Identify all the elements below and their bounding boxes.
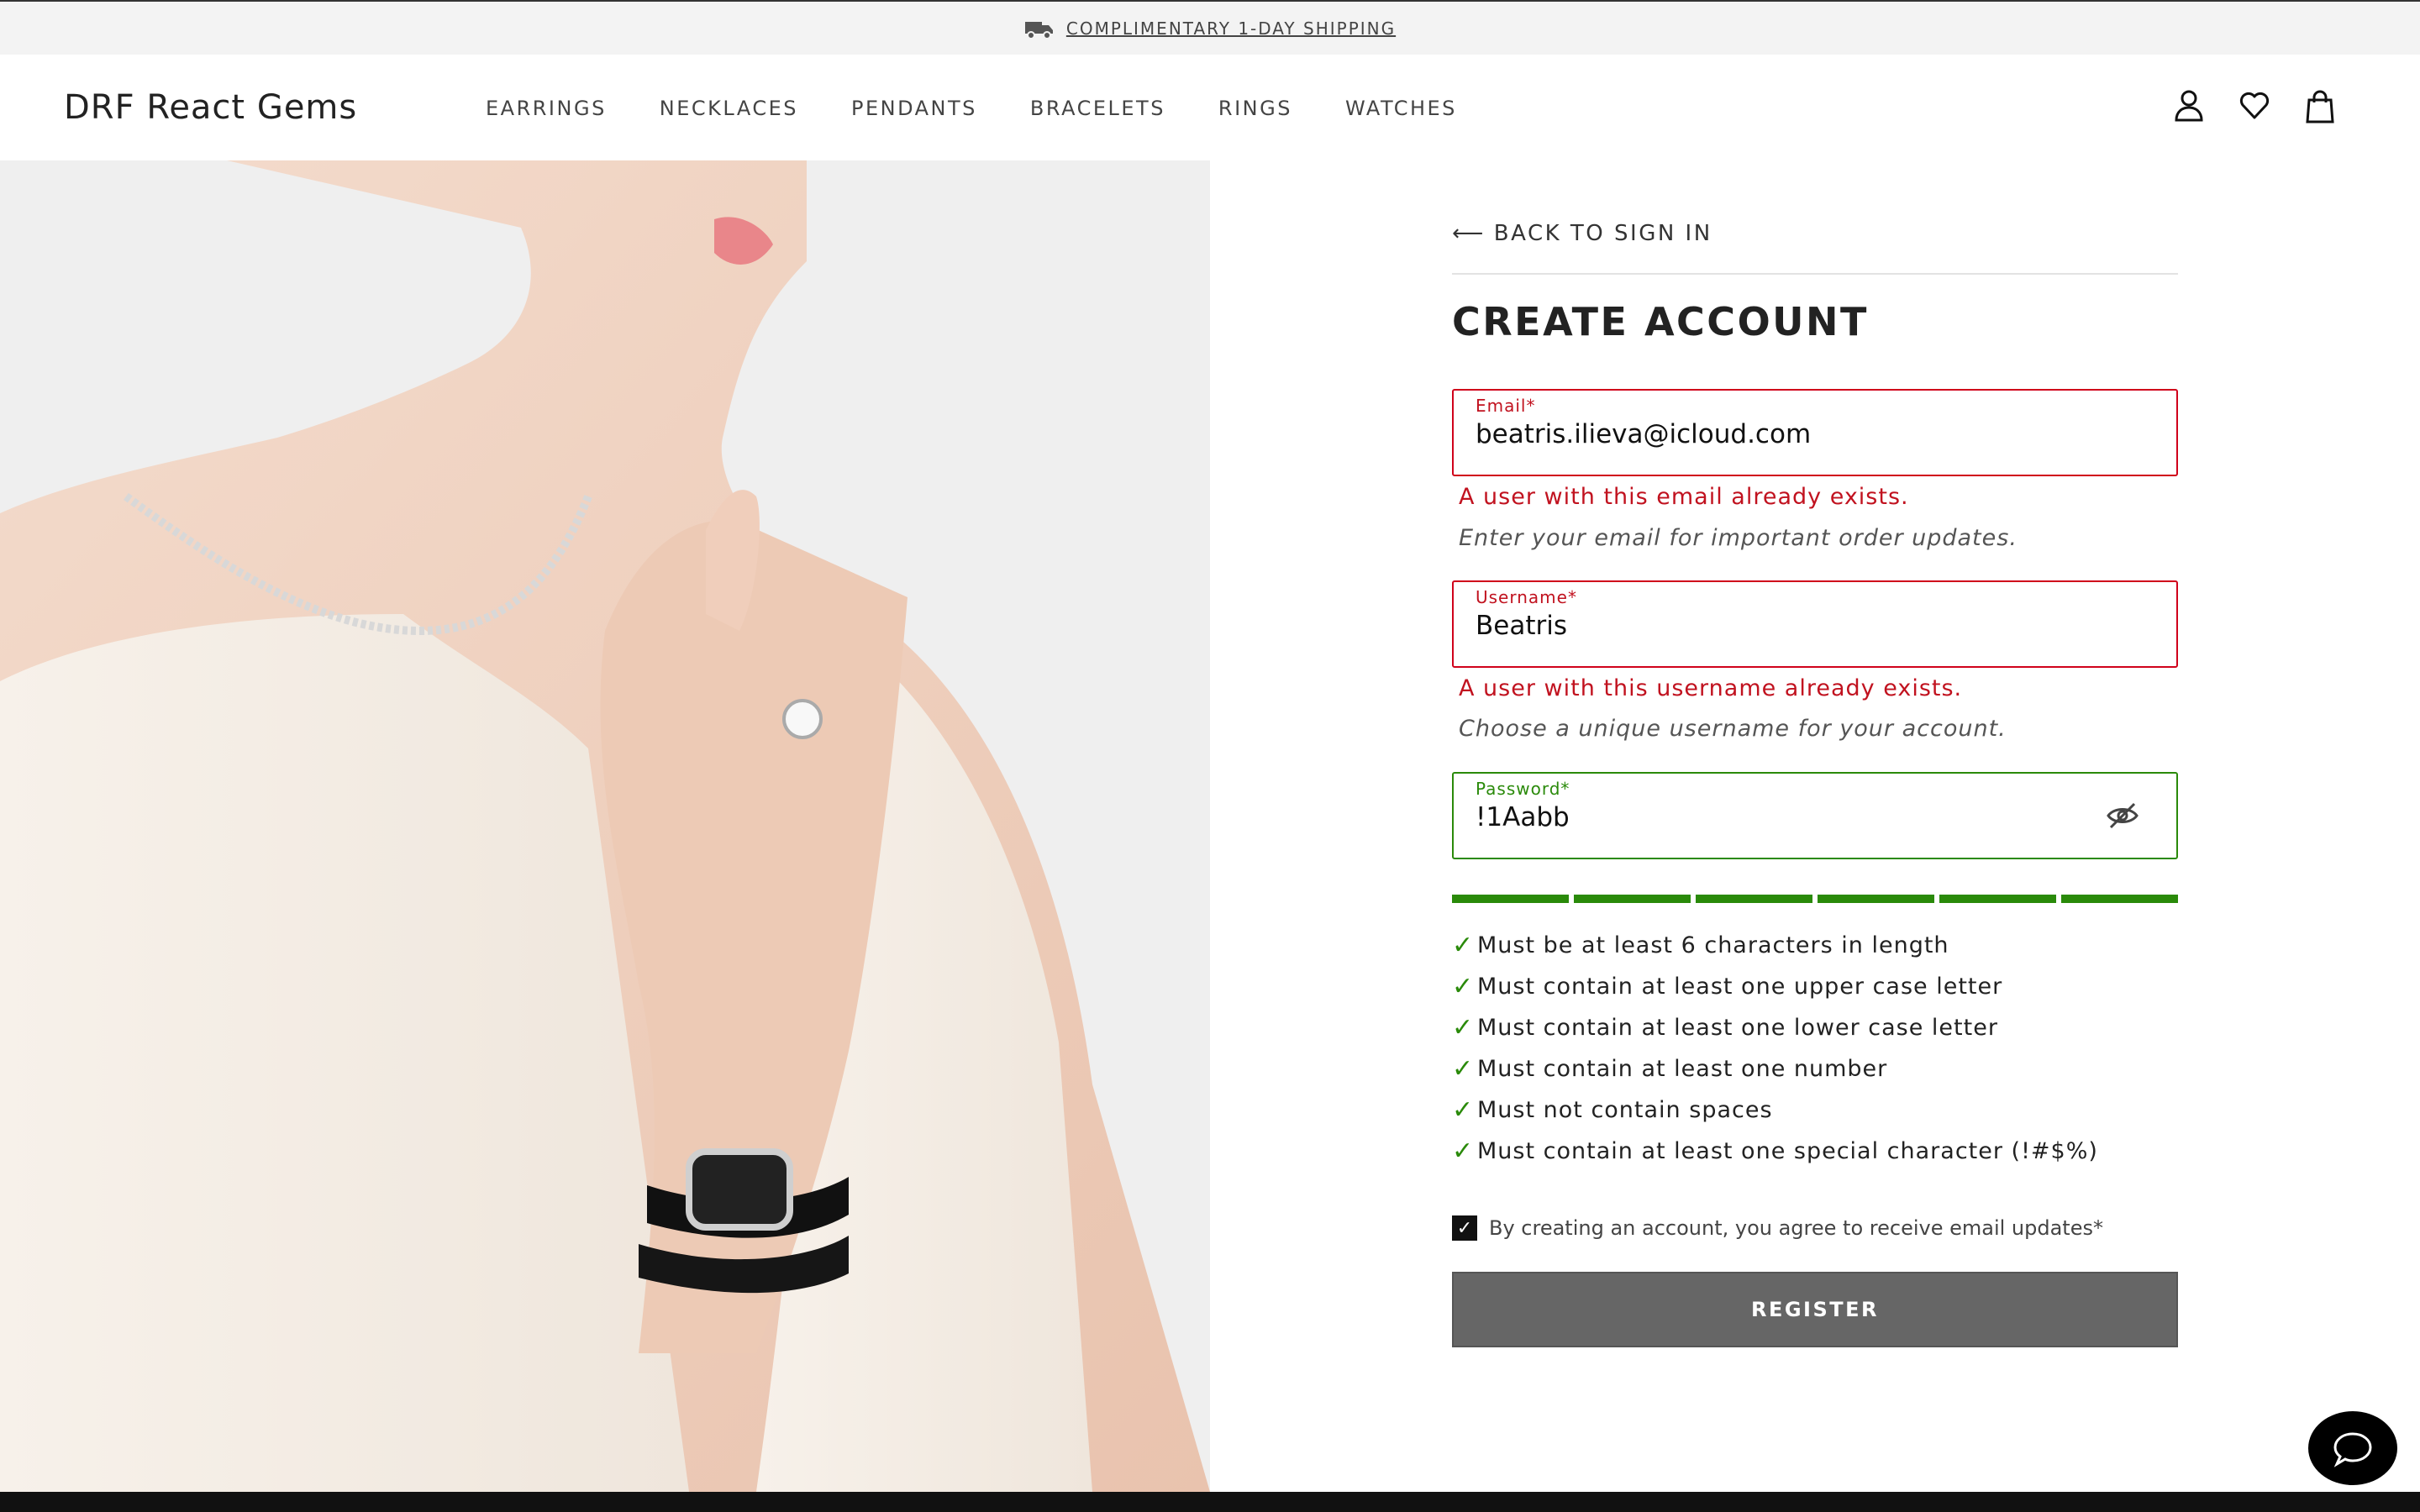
password-strength-meter (1452, 895, 2178, 903)
strength-segment (1939, 895, 2056, 903)
strength-segment (2061, 895, 2178, 903)
rule-item: ✓ Must contain at least one lower case le… (1452, 1013, 1998, 1042)
email-hint: Enter your email for important order upd… (1459, 525, 2018, 551)
bottom-bar (0, 1492, 2420, 1512)
eye-off-icon[interactable] (2106, 801, 2139, 831)
nav-watches[interactable]: WATCHES (1345, 97, 1457, 120)
email-field[interactable]: Email* beatris.ilieva@icloud.com (1452, 389, 2178, 476)
register-button[interactable]: REGISTER (1452, 1272, 2178, 1347)
username-label: Username* (1476, 587, 1577, 607)
back-to-sign-in-link[interactable]: ⟵ BACK TO SIGN IN (1452, 221, 1712, 246)
divider (1452, 273, 2178, 275)
strength-segment (1818, 895, 1934, 903)
username-hint: Choose a unique username for your accoun… (1459, 716, 2007, 742)
nav-pendants[interactable]: PENDANTS (851, 97, 977, 120)
rule-item: ✓ Must not contain spaces (1452, 1095, 1773, 1125)
username-value: Beatris (1476, 611, 1567, 641)
logo[interactable]: DRF React Gems (64, 88, 357, 127)
email-label: Email* (1476, 396, 1536, 416)
shopping-bag-icon[interactable] (2304, 88, 2336, 123)
main-nav: EARRINGS NECKLACES PENDANTS BRACELETS RI… (486, 97, 1510, 120)
password-field[interactable]: Password* !1Aabb (1452, 772, 2178, 859)
header-icons (2173, 88, 2336, 123)
shipping-link[interactable]: COMPLIMENTARY 1-DAY SHIPPING (1066, 18, 1396, 39)
username-field[interactable]: Username* Beatris (1452, 580, 2178, 668)
rule-item: ✓ Must contain at least one upper case le… (1452, 972, 2003, 1001)
agree-checkbox[interactable]: ✓ (1452, 1215, 1477, 1241)
back-link-label: BACK TO SIGN IN (1493, 221, 1712, 246)
model-jewelry-photo (0, 160, 1210, 1492)
user-icon[interactable] (2173, 88, 2205, 123)
username-error: A user with this username already exists… (1459, 675, 1963, 701)
rule-item: ✓ Must contain at least one special chara… (1452, 1137, 2098, 1166)
email-error: A user with this email already exists. (1459, 484, 1909, 510)
check-icon: ✓ (1452, 1095, 1475, 1125)
heart-icon[interactable] (2238, 88, 2270, 123)
hero-image (0, 160, 1210, 1492)
check-icon: ✓ (1452, 1054, 1475, 1084)
nav-rings[interactable]: RINGS (1218, 97, 1292, 120)
truck-icon (1024, 21, 1053, 39)
announcement-bar: COMPLIMENTARY 1-DAY SHIPPING (0, 0, 2420, 55)
password-value: !1Aabb (1476, 802, 1570, 832)
check-icon: ✓ (1452, 931, 1475, 960)
nav-earrings[interactable]: EARRINGS (486, 97, 607, 120)
chat-button[interactable] (2308, 1411, 2397, 1485)
site-header: DRF React Gems EARRINGS NECKLACES PENDAN… (0, 55, 2420, 160)
agree-label: By creating an account, you agree to rec… (1489, 1216, 2103, 1240)
rule-item: ✓ Must contain at least one number (1452, 1054, 1888, 1084)
strength-segment (1452, 895, 1569, 903)
strength-segment (1696, 895, 1812, 903)
rule-item: ✓ Must be at least 6 characters in length (1452, 931, 1949, 960)
agree-checkbox-row: ✓ By creating an account, you agree to r… (1452, 1215, 2103, 1241)
password-rules: ✓ Must be at least 6 characters in length… (1452, 925, 2098, 1172)
chat-bubble-icon (2333, 1432, 2372, 1467)
arrow-left-icon: ⟵ (1452, 221, 1486, 246)
nav-necklaces[interactable]: NECKLACES (660, 97, 798, 120)
nav-bracelets[interactable]: BRACELETS (1030, 97, 1165, 120)
password-label: Password* (1476, 779, 1570, 799)
strength-segment (1574, 895, 1691, 903)
check-icon: ✓ (1452, 972, 1475, 1001)
email-value: beatris.ilieva@icloud.com (1476, 419, 1812, 449)
check-icon: ✓ (1452, 1137, 1475, 1166)
check-icon: ✓ (1452, 1013, 1475, 1042)
page-title: CREATE ACCOUNT (1452, 299, 1869, 344)
